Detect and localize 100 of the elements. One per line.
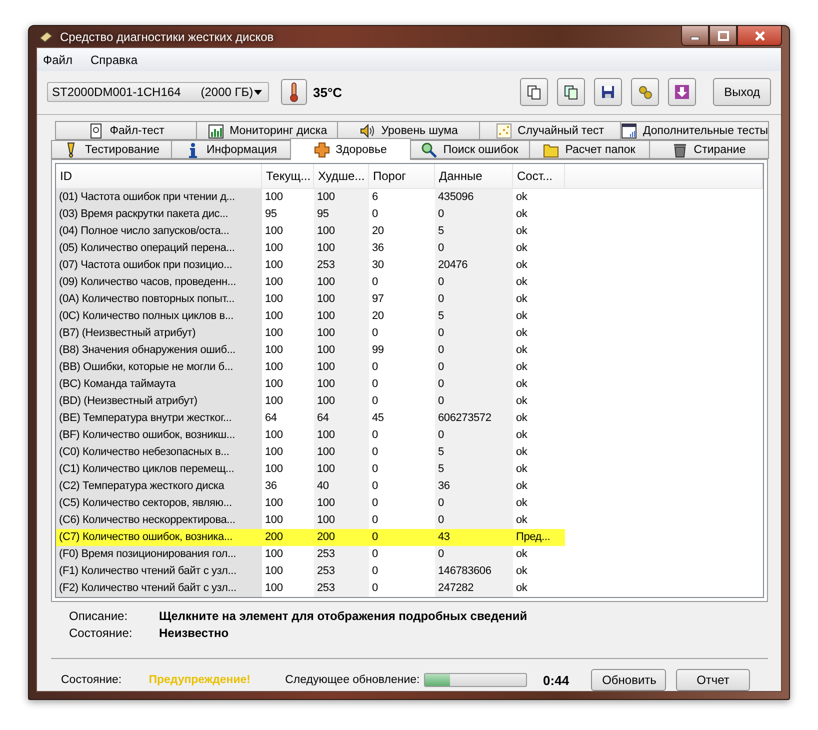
table-cell: 100 <box>314 427 369 444</box>
bar-chart-icon <box>208 122 224 138</box>
toolbar-button[interactable] <box>668 78 696 106</box>
app-icon <box>38 28 54 44</box>
maximize-icon <box>718 30 728 40</box>
table-cell: 0 <box>435 359 513 376</box>
menu-item[interactable]: Справка <box>90 53 138 67</box>
table-cell: (0A) Количество повторных попыт... <box>56 291 262 308</box>
table-cell: 100 <box>314 189 369 206</box>
tab[interactable]: Тестирование <box>51 140 172 159</box>
table-cell: (BE) Температура внутри жестког... <box>56 410 262 427</box>
menu-item[interactable]: Файл <box>43 53 73 67</box>
table-cell: (BC) Команда таймаута <box>56 376 262 393</box>
table-cell: 0 <box>435 427 513 444</box>
table-cell: (04) Полное число запусков/оста... <box>56 223 262 240</box>
detail-value: Неизвестно <box>159 626 230 640</box>
column-header[interactable]: ID <box>56 164 262 189</box>
toolbar-button[interactable] <box>594 78 622 106</box>
exit-button[interactable]: Выход <box>713 78 771 106</box>
thermometer-button[interactable] <box>281 79 307 105</box>
tab[interactable]: Дополнительные тесты <box>620 121 769 140</box>
tab[interactable]: Здоровье <box>290 138 410 160</box>
drive-dropdown[interactable]: ST2000DM001-1CH164 (2000 ГБ) <box>47 82 269 102</box>
status-value: Предупреждение! <box>148 674 252 686</box>
table-cell: 100 <box>314 274 369 291</box>
toolbar-button[interactable] <box>631 78 660 106</box>
table-cell: 5 <box>435 308 513 325</box>
table-cell: 146783606 <box>435 563 513 580</box>
copy-icon <box>563 84 580 100</box>
table-cell: (03) Время раскрутки пакета дис... <box>56 206 262 223</box>
tab[interactable]: Случайный тест <box>478 121 621 140</box>
table-cell: 64 <box>314 410 369 427</box>
column-header[interactable]: Данные <box>435 164 513 189</box>
magnifier-icon <box>421 142 438 158</box>
close-button[interactable] <box>737 26 782 46</box>
countdown: 0:44 <box>543 672 570 688</box>
table-cell: 100 <box>314 291 369 308</box>
table-cell: (05) Количество операций перена... <box>56 240 262 257</box>
table-cell: 0 <box>435 291 513 308</box>
next-update-label: Следующее обновление: <box>285 674 420 686</box>
window-chart-icon <box>620 122 637 138</box>
table-cell: (09) Количество часов, проведенн... <box>56 274 262 291</box>
table-cell: 5 <box>435 444 513 461</box>
table-cell: 0 <box>435 376 513 393</box>
table-cell: 5 <box>435 461 513 478</box>
table-cell: 100 <box>314 223 369 240</box>
table-cell: (01) Частота ошибок при чтении д... <box>56 189 262 206</box>
column-header[interactable]: Худше... <box>314 164 369 189</box>
toolbar-button[interactable] <box>557 78 586 106</box>
table-cell: 100 <box>314 308 369 325</box>
table-cell: 100 <box>314 376 369 393</box>
table-cell: 100 <box>314 461 369 478</box>
table-cell: 0 <box>435 206 513 223</box>
table-cell: 100 <box>314 512 369 529</box>
table-cell: 43 <box>435 529 513 546</box>
table-cell: 5 <box>435 223 513 240</box>
toolbar-button[interactable]: Обновить <box>591 669 666 691</box>
document-icon <box>88 122 104 138</box>
table-cell: 100 <box>314 325 369 342</box>
table-cell: 0 <box>435 546 513 563</box>
table-cell: 0 <box>435 512 513 529</box>
column-header[interactable]: Сост... <box>513 164 565 189</box>
tab[interactable]: Расчет папок <box>529 140 650 159</box>
cross-icon <box>314 142 330 158</box>
table-cell: 0 <box>435 495 513 512</box>
table-cell: 100 <box>314 240 369 257</box>
temperature-value: 35°C <box>313 84 342 100</box>
table-cell: 0 <box>435 342 513 359</box>
table-cell: 253 <box>314 563 369 580</box>
table-cell: 0 <box>435 325 513 342</box>
table-cell: 100 <box>314 393 369 410</box>
tab[interactable]: Стирание <box>648 140 769 159</box>
table-cell: (C2) Температура жесткого диска <box>56 478 262 495</box>
table-cell: 253 <box>314 257 369 274</box>
detail-label: Описание: <box>69 609 129 623</box>
detail-value: Щелкните на элемент для отображения подробных сведений <box>159 609 528 623</box>
table-cell: (BD) (Неизвестный атрибут) <box>56 393 262 410</box>
table-cell: (C7) Количество ошибок, возника... <box>56 529 262 546</box>
toolbar-button[interactable] <box>520 78 548 106</box>
tab[interactable]: Файл-тест <box>55 121 198 140</box>
gears-icon <box>637 84 654 100</box>
tab[interactable]: Поиск ошибок <box>410 140 530 159</box>
tab[interactable]: Информация <box>170 140 291 159</box>
column-header[interactable]: Порог <box>369 164 435 189</box>
table-cell: (C0) Количество небезопасных в... <box>56 444 262 461</box>
table-cell: Пред... <box>513 529 565 546</box>
minimize-button[interactable] <box>681 26 709 46</box>
table-cell: 0 <box>435 274 513 291</box>
tab[interactable]: Уровень шума <box>337 121 480 140</box>
window-title: Средство диагностики жестких дисков <box>60 30 275 44</box>
table-cell: 606273572 <box>435 410 513 427</box>
maximize-button[interactable] <box>709 26 737 46</box>
toolbar-button[interactable]: Отчет <box>676 669 750 691</box>
column-header[interactable]: Текущ... <box>262 164 314 189</box>
table-cell: 100 <box>314 495 369 512</box>
table-cell: 435096 <box>435 189 513 206</box>
table-cell: 247282 <box>435 580 513 597</box>
tab[interactable]: Мониторинг диска <box>196 121 338 140</box>
status-label: Состояние: <box>61 674 123 686</box>
table-cell: 40 <box>314 478 369 495</box>
